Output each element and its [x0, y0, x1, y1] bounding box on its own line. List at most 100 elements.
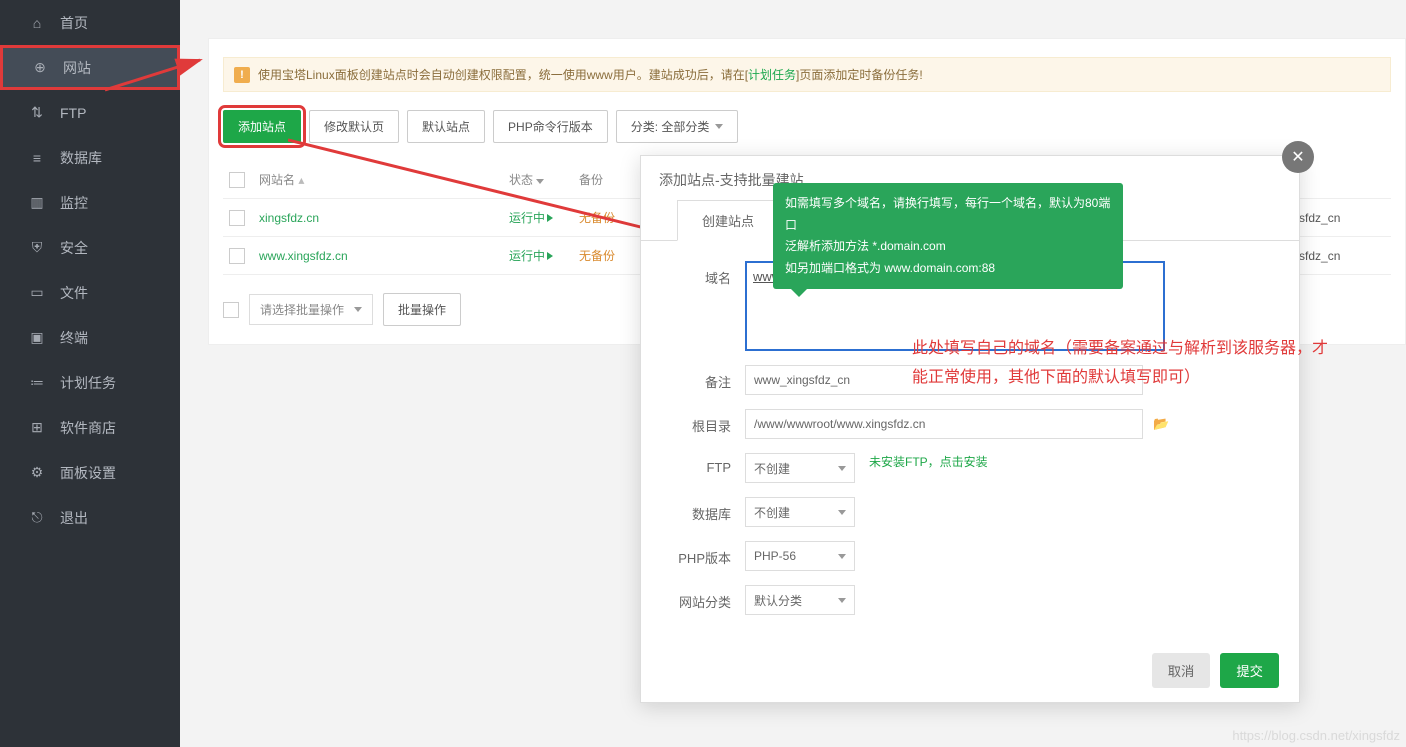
sidebar: ⌂首页 ⊕网站 ⇅FTP ≡数据库 ▥监控 ⛨安全 ▭文件 ▣终端 ≔计划任务 …: [0, 0, 180, 747]
alert-text-post: ]页面添加定时备份任务!: [796, 66, 923, 83]
cancel-button[interactable]: 取消: [1152, 653, 1211, 688]
sidebar-item-label: FTP: [60, 105, 86, 121]
category-select[interactable]: 默认分类: [745, 585, 855, 615]
tooltip-line: 如需填写多个域名，请换行填写，每行一个域名，默认为80端口: [785, 193, 1111, 236]
alert-text-pre: 使用宝塔Linux面板创建站点时会自动创建权限配置，统一使用www用户。建站成功…: [258, 66, 748, 83]
sidebar-item-settings[interactable]: ⚙ 面板设置: [0, 450, 180, 495]
sidebar-item-label: 监控: [60, 193, 88, 213]
terminal-icon: ▣: [28, 329, 46, 346]
shield-icon: ⛨: [28, 239, 46, 256]
close-button[interactable]: ✕: [1282, 141, 1314, 173]
label-php: PHP版本: [669, 541, 745, 567]
sidebar-item-files[interactable]: ▭ 文件: [0, 270, 180, 315]
folder-icon: ▭: [28, 284, 46, 301]
sidebar-item-label: 网站: [63, 58, 91, 78]
tooltip: 如需填写多个域名，请换行填写，每行一个域名，默认为80端口 泛解析添加方法 *.…: [773, 183, 1123, 289]
globe-icon: ⊕: [31, 59, 49, 76]
sidebar-item-label: 文件: [60, 283, 88, 303]
chevron-down-icon: [715, 124, 723, 129]
label-note: 备注: [669, 365, 745, 391]
col-backup[interactable]: 备份: [579, 173, 603, 187]
logout-icon: ⎋: [28, 509, 46, 526]
sidebar-item-label: 软件商店: [60, 418, 116, 438]
label-db: 数据库: [669, 497, 745, 523]
submit-button[interactable]: 提交: [1220, 653, 1279, 688]
chevron-down-icon: [838, 466, 846, 471]
sidebar-item-website[interactable]: ⊕ 网站: [0, 45, 180, 90]
gear-icon: ⚙: [28, 464, 46, 481]
col-name[interactable]: 网站名: [259, 173, 295, 187]
status-badge[interactable]: 运行中: [509, 211, 553, 225]
php-select[interactable]: PHP-56: [745, 541, 855, 571]
php-cli-button[interactable]: PHP命令行版本: [493, 110, 608, 143]
sidebar-item-cron[interactable]: ≔ 计划任务: [0, 360, 180, 405]
sidebar-item-logout[interactable]: ⎋ 退出: [0, 495, 180, 540]
warning-icon: !: [234, 67, 250, 83]
sidebar-item-label: 退出: [60, 508, 88, 528]
alert-banner: ! 使用宝塔Linux面板创建站点时会自动创建权限配置，统一使用www用户。建站…: [223, 57, 1391, 92]
default-site-button[interactable]: 默认站点: [407, 110, 485, 143]
bulk-checkbox[interactable]: [223, 302, 239, 318]
sidebar-item-monitor[interactable]: ▥ 监控: [0, 180, 180, 225]
site-name-link[interactable]: xingsfdz.cn: [259, 211, 319, 225]
tooltip-line: 如另加端口格式为 www.domain.com:88: [785, 258, 1111, 280]
sidebar-item-label: 面板设置: [60, 463, 116, 483]
backup-link[interactable]: 无备份: [579, 249, 615, 263]
category-filter-button[interactable]: 分类: 全部分类: [616, 110, 739, 143]
ftp-hint[interactable]: 未安装FTP，点击安装: [869, 453, 988, 470]
row-checkbox[interactable]: [229, 248, 245, 264]
tooltip-line: 泛解析添加方法 *.domain.com: [785, 236, 1111, 258]
play-icon: [547, 214, 553, 222]
root-input[interactable]: [745, 409, 1143, 439]
db-select[interactable]: 不创建: [745, 497, 855, 527]
label-ftp: FTP: [669, 453, 745, 475]
bulk-select-label: 请选择批量操作: [260, 301, 344, 318]
play-icon: [547, 252, 553, 260]
folder-browse-icon[interactable]: 📂: [1153, 416, 1169, 432]
sidebar-item-label: 首页: [60, 13, 88, 33]
chevron-down-icon: [838, 598, 846, 603]
label-category: 网站分类: [669, 585, 745, 611]
close-icon: ✕: [1291, 147, 1304, 167]
sidebar-item-store[interactable]: ⊞ 软件商店: [0, 405, 180, 450]
monitor-icon: ▥: [28, 194, 46, 211]
status-badge[interactable]: 运行中: [509, 249, 553, 263]
sidebar-item-home[interactable]: ⌂ 首页: [0, 0, 180, 45]
backup-link[interactable]: 无备份: [579, 211, 615, 225]
ftp-icon: ⇅: [28, 104, 46, 121]
select-all-checkbox[interactable]: [229, 172, 245, 188]
tab-create-site[interactable]: 创建站点: [677, 200, 779, 241]
home-icon: ⌂: [28, 15, 46, 31]
chevron-down-icon: [838, 510, 846, 515]
apps-icon: ⊞: [28, 419, 46, 436]
col-status[interactable]: 状态: [509, 173, 533, 187]
watermark: https://blog.csdn.net/xingsfdz: [1232, 728, 1400, 743]
label-domain: 域名: [669, 261, 745, 287]
add-site-button[interactable]: 添加站点: [223, 110, 301, 143]
bulk-select[interactable]: 请选择批量操作: [249, 294, 373, 325]
sidebar-item-label: 终端: [60, 328, 88, 348]
annotation-text: 此处填写自己的域名（需要备案通过与解析到该服务器，才能正常使用，其他下面的默认填…: [912, 335, 1342, 393]
row-checkbox[interactable]: [229, 210, 245, 226]
modal-footer: 取消 提交: [641, 639, 1299, 702]
chevron-down-icon: [838, 554, 846, 559]
bulk-action-button[interactable]: 批量操作: [383, 293, 461, 326]
sidebar-item-database[interactable]: ≡ 数据库: [0, 135, 180, 180]
chevron-down-icon: [354, 307, 362, 312]
clock-icon: ≔: [28, 374, 46, 391]
sidebar-item-security[interactable]: ⛨ 安全: [0, 225, 180, 270]
modal-body: 域名 www.xingsfdz.cn 备注 根目录 📂 FTP 不创建 未安装F…: [641, 240, 1299, 639]
sidebar-item-label: 安全: [60, 238, 88, 258]
toolbar: 添加站点 修改默认页 默认站点 PHP命令行版本 分类: 全部分类: [223, 110, 1391, 143]
ftp-select[interactable]: 不创建: [745, 453, 855, 483]
sidebar-item-label: 数据库: [60, 148, 102, 168]
sidebar-item-label: 计划任务: [60, 373, 116, 393]
label-root: 根目录: [669, 409, 745, 435]
sidebar-item-ftp[interactable]: ⇅ FTP: [0, 90, 180, 135]
category-filter-label: 分类: 全部分类: [631, 118, 710, 135]
sidebar-item-terminal[interactable]: ▣ 终端: [0, 315, 180, 360]
alert-link[interactable]: 计划任务: [748, 66, 796, 83]
site-name-link[interactable]: www.xingsfdz.cn: [259, 249, 348, 263]
edit-default-page-button[interactable]: 修改默认页: [309, 110, 399, 143]
database-icon: ≡: [28, 150, 46, 166]
